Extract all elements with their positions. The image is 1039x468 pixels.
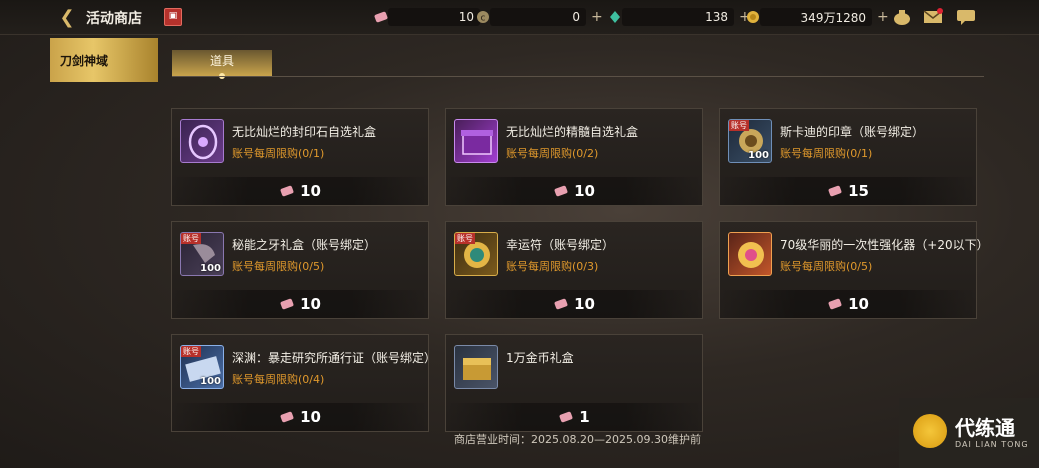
item-name: 深渊：暴走研究所通行证（账号绑定） (232, 351, 437, 365)
item-price: 15 (848, 182, 869, 200)
pink-ticket-icon (828, 298, 842, 310)
pink-ticket-icon (828, 185, 842, 197)
chat-icon[interactable] (956, 8, 976, 26)
item-price: 1 (579, 408, 590, 426)
add-gold-button[interactable]: + (877, 9, 889, 25)
green-crystal-icon (610, 11, 620, 23)
item-name: 无比灿烂的封印石自选礼盒 (232, 125, 377, 139)
gold-coin-icon (747, 11, 759, 23)
item-price: 10 (574, 182, 595, 200)
bound-badge: 账号 (181, 233, 201, 244)
item-quantity: 100 (200, 376, 221, 387)
pink-ticket-icon (554, 298, 568, 310)
shop-item-card[interactable]: 账号 100 深渊：暴走研究所通行证（账号绑定） 账号每周限购(0/4) 10 (171, 334, 436, 432)
item-name: 无比灿烂的精髓自选礼盒 (506, 125, 639, 139)
shop-item-card[interactable]: 无比灿烂的精髓自选礼盒 账号每周限购(0/2) 10 (445, 108, 703, 206)
item-price: 10 (848, 295, 869, 313)
price-bar: 1 (446, 403, 702, 431)
shop-item-card[interactable]: 无比灿烂的封印石自选礼盒 账号每周限购(0/1) 10 (171, 108, 429, 206)
pink-ticket-icon (554, 185, 568, 197)
price-bar: 10 (446, 290, 702, 318)
sidebar-item-label: 刀剑神域 (60, 53, 109, 68)
shop-hours-text: 商店营业时间：2025.08.20—2025.09.30维护前 (454, 433, 701, 446)
pass-ticket-icon: 账号 100 (180, 345, 224, 389)
top-bar: ❮ 活动商店 ▣ 10 c 0 + 138 + 349万1280 + (0, 0, 1039, 35)
price-bar: 15 (720, 177, 976, 205)
item-limit: 账号每周限购(0/3) (506, 260, 599, 273)
pot-icon[interactable] (892, 8, 912, 26)
c-coin-icon: c (477, 11, 489, 24)
shop-item-card[interactable]: 账号 幸运符（账号绑定） 账号每周限购(0/3) 10 (445, 221, 703, 319)
gold-chest-icon (454, 345, 498, 389)
essence-box-icon (454, 119, 498, 163)
logo-subtitle: DAI LIAN TONG (955, 440, 1029, 449)
fang-box-icon: 账号 100 (180, 232, 224, 276)
page-title: 活动商店 (86, 11, 142, 27)
pink-ticket-icon (280, 298, 294, 310)
item-price: 10 (574, 295, 595, 313)
item-quantity: 100 (748, 150, 769, 161)
logo-emblem-icon (913, 414, 947, 448)
item-limit: 账号每周限购(0/2) (506, 147, 599, 160)
bound-badge: 账号 (729, 120, 749, 131)
shop-item-card[interactable]: 账号 100 斯卡迪的印章（账号绑定） 账号每周限购(0/1) 15 (719, 108, 977, 206)
item-limit: 账号每周限购(0/1) (232, 147, 325, 160)
item-limit: 账号每周限购(0/5) (780, 260, 873, 273)
back-arrow-icon[interactable]: ❮ (56, 6, 78, 28)
tab-divider (172, 76, 984, 77)
currency-value: 0 (490, 8, 586, 26)
shop-item-card[interactable]: 1万金币礼盒 1 (445, 334, 703, 432)
calendar-icon[interactable]: ▣ (164, 8, 182, 26)
item-name: 秘能之牙礼盒（账号绑定） (232, 238, 377, 252)
currency-c-coin: c 0 + (476, 7, 603, 27)
item-price: 10 (300, 295, 321, 313)
currency-value: 10 (388, 8, 480, 26)
tab-items[interactable]: 道具 (172, 50, 272, 79)
item-name: 斯卡迪的印章（账号绑定） (780, 125, 925, 139)
seal-stone-box-icon (180, 119, 224, 163)
pink-ticket-icon (374, 11, 388, 23)
shop-item-card[interactable]: 账号 100 秘能之牙礼盒（账号绑定） 账号每周限购(0/5) 10 (171, 221, 429, 319)
sidebar-item-sword-art[interactable]: 刀剑神域 (50, 38, 158, 82)
price-bar: 10 (172, 290, 428, 318)
bound-badge: 账号 (455, 233, 475, 244)
price-bar: 10 (172, 177, 428, 205)
mail-icon[interactable] (923, 8, 943, 26)
item-name: 1万金币礼盒 (506, 351, 574, 365)
pink-ticket-icon (280, 185, 294, 197)
item-price: 10 (300, 408, 321, 426)
item-quantity: 100 (200, 263, 221, 274)
currency-ticket: 10 (374, 7, 480, 27)
svg-text:c: c (481, 14, 486, 24)
tab-label: 道具 (209, 54, 234, 68)
item-name: 70级华丽的一次性强化器（+20以下） (780, 238, 989, 252)
item-limit: 账号每周限购(0/4) (232, 373, 325, 386)
item-limit: 账号每周限购(0/5) (232, 260, 325, 273)
price-bar: 10 (720, 290, 976, 318)
shop-item-card[interactable]: 70级华丽的一次性强化器（+20以下） 账号每周限购(0/5) 10 (719, 221, 989, 319)
enhancer-icon (728, 232, 772, 276)
currency-value: 349万1280 (760, 8, 872, 26)
item-price: 10 (300, 182, 321, 200)
logo-title: 代练通 (955, 416, 1015, 440)
currency-crystal: 138 + (608, 7, 751, 27)
lucky-charm-icon: 账号 (454, 232, 498, 276)
price-bar: 10 (172, 403, 428, 431)
item-limit: 账号每周限购(0/1) (780, 147, 873, 160)
add-c-coin-button[interactable]: + (591, 9, 603, 25)
price-bar: 10 (446, 177, 702, 205)
item-name: 幸运符（账号绑定） (506, 238, 615, 252)
currency-gold: 349万1280 + (746, 7, 889, 27)
watermark-logo: 代练通 DAI LIAN TONG (899, 398, 1039, 468)
pink-ticket-icon (559, 411, 573, 423)
pink-ticket-icon (280, 411, 294, 423)
skadi-seal-icon: 账号 100 (728, 119, 772, 163)
bound-badge: 账号 (181, 346, 201, 357)
currency-value: 138 (622, 8, 734, 26)
